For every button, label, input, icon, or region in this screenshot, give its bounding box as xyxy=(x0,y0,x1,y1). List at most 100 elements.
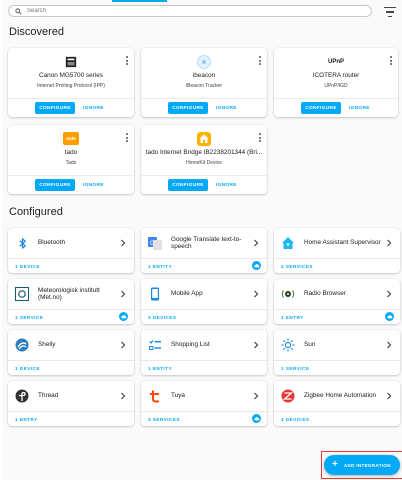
integration-title: Google Translate text-to-speech xyxy=(171,235,242,251)
integration-count-link[interactable]: 3 DEVICES xyxy=(148,315,177,320)
sun-icon xyxy=(281,338,295,352)
discovered-name: ICOTERA router xyxy=(312,72,360,79)
shopping-list-icon xyxy=(148,338,162,352)
card-menu-icon[interactable] xyxy=(389,56,392,65)
filter-icon[interactable] xyxy=(384,7,396,17)
chevron-right-icon xyxy=(121,341,126,349)
chevron-right-icon xyxy=(254,341,259,349)
configure-button[interactable]: CONFIGURE xyxy=(35,102,75,114)
configured-heading: Configured xyxy=(9,206,63,218)
printer-icon xyxy=(64,55,78,69)
integration-count-link[interactable]: 4 SERVICES xyxy=(281,264,313,269)
integration-card-shelly[interactable]: Shelly 1 DEVICE xyxy=(8,330,134,375)
configure-button[interactable]: CONFIGURE xyxy=(301,102,341,114)
shelly-icon xyxy=(15,338,29,352)
upnp-icon: UPnP xyxy=(327,59,344,65)
integration-card-bluetooth[interactable]: Bluetooth 1 DEVICE xyxy=(8,228,134,273)
chevron-right-icon xyxy=(254,392,259,400)
integration-title: Sun xyxy=(304,341,316,349)
integration-title: Meteorologisk institutt (Met.no) xyxy=(38,286,100,302)
integration-title: Thread xyxy=(38,392,59,400)
integration-title: Bluetooth xyxy=(38,239,66,247)
ignore-button[interactable]: IGNORE xyxy=(83,183,104,188)
cloud-icon xyxy=(252,261,261,270)
discovered-card-tado: tado tado Tado CONFIGURE IGNORE xyxy=(8,125,134,194)
google-translate-icon: G xyxy=(148,236,162,250)
configure-button[interactable]: CONFIGURE xyxy=(168,102,208,114)
integration-count-link[interactable]: 1 SERVICE xyxy=(15,315,43,320)
card-menu-icon[interactable] xyxy=(258,133,261,142)
integration-count-link[interactable]: 3 SERVICES xyxy=(148,417,180,422)
discovered-subtitle: Internet Printing Protocol (IPP) xyxy=(37,83,105,89)
card-menu-icon[interactable] xyxy=(258,56,261,65)
card-menu-icon[interactable] xyxy=(125,56,128,65)
discovered-name: Canon MG5700 series xyxy=(39,72,103,79)
search-input[interactable] xyxy=(27,8,347,14)
homekit-icon xyxy=(197,132,211,146)
met-no-icon xyxy=(15,287,29,301)
discovered-card-ibeacon: ibeacon iBeacon Tracker CONFIGURE IGNORE xyxy=(141,48,267,117)
discovered-subtitle: Tado xyxy=(65,160,77,166)
discovered-card-icotera: UPnP ICOTERA router UPnP/IGD CONFIGURE I… xyxy=(274,48,398,117)
integration-card-tuya[interactable]: Tuya 3 SERVICES xyxy=(141,381,267,426)
home-assistant-icon xyxy=(281,236,295,250)
integration-card-zigbee[interactable]: Zigbee Home Automation 3 DEVICES xyxy=(274,381,400,426)
tado-icon: tado xyxy=(63,132,79,145)
integration-title: Shopping List xyxy=(171,341,210,349)
cloud-icon xyxy=(385,312,394,321)
ignore-button[interactable]: IGNORE xyxy=(349,106,370,111)
tuya-icon xyxy=(148,389,162,403)
chevron-right-icon xyxy=(121,239,126,247)
integration-count-link[interactable]: 3 DEVICES xyxy=(281,417,310,422)
configure-button[interactable]: CONFIGURE xyxy=(35,179,75,191)
mobile-app-icon xyxy=(148,287,162,301)
configure-button[interactable]: CONFIGURE xyxy=(168,179,208,191)
integration-title: Shelly xyxy=(38,341,56,349)
chevron-right-icon xyxy=(254,290,259,298)
card-menu-icon[interactable] xyxy=(125,133,128,142)
integration-count-link[interactable]: 1 DEVICE xyxy=(15,264,40,269)
chevron-right-icon xyxy=(121,392,126,400)
ignore-button[interactable]: IGNORE xyxy=(216,183,237,188)
chevron-right-icon xyxy=(387,341,392,349)
chevron-right-icon xyxy=(254,239,259,247)
integration-title: Mobile App xyxy=(171,290,203,298)
zigbee-icon xyxy=(281,389,295,403)
chevron-right-icon xyxy=(387,239,392,247)
ibeacon-icon xyxy=(197,55,211,69)
chevron-right-icon xyxy=(387,290,392,298)
ignore-button[interactable]: IGNORE xyxy=(83,106,104,111)
integration-count-link[interactable]: 1 SERVICE xyxy=(281,366,309,371)
active-tab-indicator xyxy=(112,0,167,2)
integration-count-link[interactable]: 1 ENTRY xyxy=(15,417,38,422)
integration-card-thread[interactable]: Thread 1 ENTRY xyxy=(8,381,134,426)
ignore-button[interactable]: IGNORE xyxy=(216,106,237,111)
discovered-subtitle: iBeacon Tracker xyxy=(185,83,223,89)
integration-card-shopping-list[interactable]: Shopping List 1 ENTITY xyxy=(141,330,267,375)
integration-card-google-translate[interactable]: G Google Translate text-to-speech 1 ENTI… xyxy=(141,228,267,273)
integration-count-link[interactable]: 1 ENTITY xyxy=(148,366,172,371)
discovered-heading: Discovered xyxy=(9,26,65,38)
integration-card-sun[interactable]: Sun 1 SERVICE xyxy=(274,330,400,375)
discovered-subtitle: UPnP/IGD xyxy=(324,83,348,89)
integration-title: Home Assistant Supervisor xyxy=(304,239,381,247)
integration-title: Zigbee Home Automation xyxy=(304,392,377,400)
integration-card-supervisor[interactable]: Home Assistant Supervisor 4 SERVICES xyxy=(274,228,400,273)
svg-text:G: G xyxy=(150,241,155,247)
search-box[interactable] xyxy=(8,5,372,17)
integration-card-radio-browser[interactable]: Radio Browser 1 ENTRY xyxy=(274,279,400,324)
discovered-name: tado xyxy=(64,149,78,156)
thread-icon xyxy=(15,389,29,403)
integration-card-mobile-app[interactable]: Mobile App 3 DEVICES xyxy=(141,279,267,324)
discovered-name: ibeacon xyxy=(192,72,216,79)
integration-card-met-no[interactable]: Meteorologisk institutt (Met.no) 1 SERVI… xyxy=(8,279,134,324)
discovered-subtitle: HomeKit Device xyxy=(186,160,222,166)
chevron-right-icon xyxy=(121,290,126,298)
integration-count-link[interactable]: 1 ENTITY xyxy=(148,264,172,269)
integration-count-link[interactable]: 1 DEVICE xyxy=(15,366,40,371)
integration-count-link[interactable]: 1 ENTRY xyxy=(281,315,304,320)
discovered-card-canon: Canon MG5700 series Internet Printing Pr… xyxy=(8,48,134,117)
radio-browser-icon xyxy=(281,287,295,301)
discovered-name: tado Internet Bridge IB2238201344 (Bri..… xyxy=(145,149,263,156)
highlight-box xyxy=(321,451,402,479)
